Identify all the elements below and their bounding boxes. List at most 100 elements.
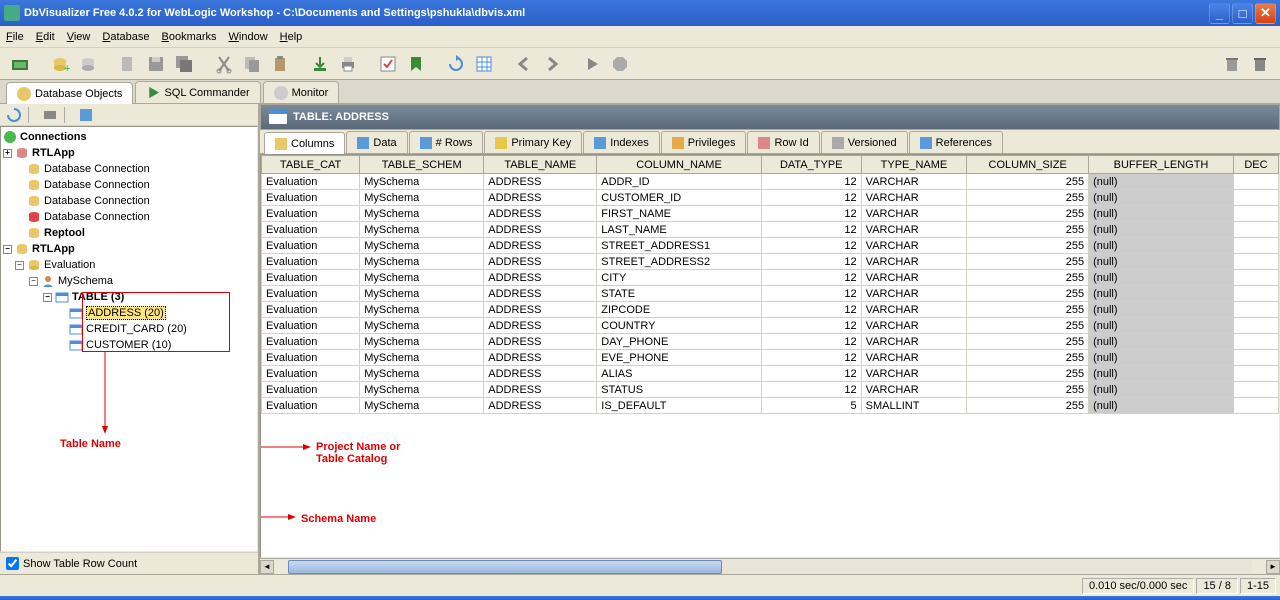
menu-help[interactable]: Help <box>280 31 303 43</box>
table-cell: MySchema <box>360 222 484 238</box>
prev-icon[interactable] <box>512 52 536 76</box>
menu-edit[interactable]: Edit <box>36 31 55 43</box>
refresh-tree-icon[interactable] <box>6 107 22 123</box>
table-row[interactable]: EvaluationMySchemaADDRESSIS_DEFAULT5SMAL… <box>262 398 1279 414</box>
grid-icon[interactable] <box>472 52 496 76</box>
menu-bookmarks[interactable]: Bookmarks <box>161 31 216 43</box>
table-row[interactable]: EvaluationMySchemaADDRESSSTATE12VARCHAR2… <box>262 286 1279 302</box>
trash-icon[interactable] <box>1220 52 1244 76</box>
tree-expand-toggle[interactable]: −MySchema <box>3 273 255 289</box>
refresh-icon[interactable] <box>444 52 468 76</box>
next-icon[interactable] <box>540 52 564 76</box>
run-icon[interactable] <box>580 52 604 76</box>
connect-icon[interactable] <box>8 52 32 76</box>
bookmark-icon[interactable] <box>404 52 428 76</box>
close-button[interactable]: ✕ <box>1255 3 1276 24</box>
tree-expand-toggle[interactable]: −TABLE (3) <box>3 289 255 305</box>
table-row[interactable]: EvaluationMySchemaADDRESSZIPCODE12VARCHA… <box>262 302 1279 318</box>
table-cell: ADDRESS <box>484 254 597 270</box>
print-icon[interactable] <box>336 52 360 76</box>
column-header[interactable]: DATA_TYPE <box>761 156 861 174</box>
stop-icon[interactable] <box>608 52 632 76</box>
table-row[interactable]: EvaluationMySchemaADDRESSFIRST_NAME12VAR… <box>262 206 1279 222</box>
table-row[interactable]: EvaluationMySchemaADDRESSEVE_PHONE12VARC… <box>262 350 1279 366</box>
menu-file[interactable]: File <box>6 31 24 43</box>
table-row[interactable]: EvaluationMySchemaADDRESSDAY_PHONE12VARC… <box>262 334 1279 350</box>
column-header[interactable]: TYPE_NAME <box>861 156 967 174</box>
minimize-button[interactable]: _ <box>1209 3 1230 24</box>
tab-sql-commander[interactable]: SQL Commander <box>135 81 260 103</box>
grid-container[interactable]: TABLE_CATTABLE_SCHEMTABLE_NAMECOLUMN_NAM… <box>260 154 1280 558</box>
tree-connection-item[interactable]: Database Connection <box>3 209 255 225</box>
export-icon[interactable] <box>308 52 332 76</box>
tab-columns[interactable]: Columns <box>264 132 345 154</box>
tab-versioned[interactable]: Versioned <box>821 131 908 153</box>
maximize-button[interactable]: □ <box>1232 3 1253 24</box>
tab-references[interactable]: References <box>909 131 1003 153</box>
saveall-icon[interactable] <box>172 52 196 76</box>
tab-data[interactable]: Data <box>346 131 407 153</box>
column-header[interactable]: TABLE_SCHEM <box>360 156 484 174</box>
scroll-right-button[interactable]: ► <box>1266 560 1280 574</box>
table-row[interactable]: EvaluationMySchemaADDRESSSTREET_ADDRESS2… <box>262 254 1279 270</box>
tree-connection-item[interactable]: Reptool <box>3 225 255 241</box>
scroll-left-button[interactable]: ◄ <box>260 560 274 574</box>
new-icon[interactable] <box>116 52 140 76</box>
table-row[interactable]: EvaluationMySchemaADDRESSADDR_ID12VARCHA… <box>262 174 1279 190</box>
tree-expand-toggle[interactable]: −Evaluation <box>3 257 255 273</box>
tab-database-objects[interactable]: Database Objects <box>6 82 133 104</box>
tab-primary-key[interactable]: Primary Key <box>484 131 582 153</box>
tree-connection-item[interactable]: −RTLApp <box>3 241 255 257</box>
tab-rowid[interactable]: Row Id <box>747 131 819 153</box>
table-cell: SMALLINT <box>861 398 967 414</box>
column-header[interactable]: COLUMN_SIZE <box>967 156 1089 174</box>
tab-rows[interactable]: # Rows <box>409 131 484 153</box>
column-header[interactable]: DEC <box>1233 156 1278 174</box>
tab-indexes[interactable]: Indexes <box>583 131 660 153</box>
tree-connections-root[interactable]: Connections <box>3 129 255 145</box>
table-cell: ADDRESS <box>484 174 597 190</box>
cut-icon[interactable] <box>212 52 236 76</box>
table-row[interactable]: EvaluationMySchemaADDRESSALIAS12VARCHAR2… <box>262 366 1279 382</box>
horizontal-scrollbar[interactable]: ◄ ► <box>260 558 1280 574</box>
column-header[interactable]: COLUMN_NAME <box>597 156 761 174</box>
tab-privileges[interactable]: Privileges <box>661 131 747 153</box>
filter-tree-icon[interactable] <box>42 107 58 123</box>
view-tree-icon[interactable] <box>78 107 94 123</box>
tree-table-credit-card[interactable]: CREDIT_CARD (20) <box>3 321 255 337</box>
tree[interactable]: Connections +RTLAppDatabase ConnectionDa… <box>0 126 258 552</box>
table-row[interactable]: EvaluationMySchemaADDRESSSTREET_ADDRESS1… <box>262 238 1279 254</box>
tab-monitor[interactable]: Monitor <box>263 81 340 103</box>
check-icon[interactable] <box>376 52 400 76</box>
tree-connection-item[interactable]: Database Connection <box>3 161 255 177</box>
table-folder-icon <box>55 290 69 304</box>
menu-view[interactable]: View <box>67 31 91 43</box>
copy-icon[interactable] <box>240 52 264 76</box>
table-cell: 12 <box>761 286 861 302</box>
tree-connection-item[interactable]: Database Connection <box>3 177 255 193</box>
table-row[interactable]: EvaluationMySchemaADDRESSCUSTOMER_ID12VA… <box>262 190 1279 206</box>
save-icon[interactable] <box>144 52 168 76</box>
tree-connection-item[interactable]: Database Connection <box>3 193 255 209</box>
table-row[interactable]: EvaluationMySchemaADDRESSSTATUS12VARCHAR… <box>262 382 1279 398</box>
table-row[interactable]: EvaluationMySchemaADDRESSCOUNTRY12VARCHA… <box>262 318 1279 334</box>
column-header[interactable]: BUFFER_LENGTH <box>1089 156 1234 174</box>
column-header[interactable]: TABLE_NAME <box>484 156 597 174</box>
table-row[interactable]: EvaluationMySchemaADDRESSCITY12VARCHAR25… <box>262 270 1279 286</box>
paste-icon[interactable] <box>268 52 292 76</box>
table-cell <box>1233 366 1278 382</box>
scroll-thumb[interactable] <box>288 560 722 574</box>
scroll-track[interactable] <box>288 560 1252 574</box>
tree-table-customer[interactable]: CUSTOMER (10) <box>3 337 255 353</box>
trash2-icon[interactable] <box>1248 52 1272 76</box>
add-connection-icon[interactable]: + <box>48 52 72 76</box>
table-row[interactable]: EvaluationMySchemaADDRESSLAST_NAME12VARC… <box>262 222 1279 238</box>
column-header[interactable]: TABLE_CAT <box>262 156 360 174</box>
menu-database[interactable]: Database <box>102 31 149 43</box>
table-cell: ADDRESS <box>484 286 597 302</box>
tree-connection-item[interactable]: +RTLApp <box>3 145 255 161</box>
show-row-count-checkbox[interactable] <box>6 557 19 570</box>
remove-connection-icon[interactable] <box>76 52 100 76</box>
menu-window[interactable]: Window <box>229 31 268 43</box>
tree-table-address[interactable]: ADDRESS (20) <box>3 305 255 321</box>
